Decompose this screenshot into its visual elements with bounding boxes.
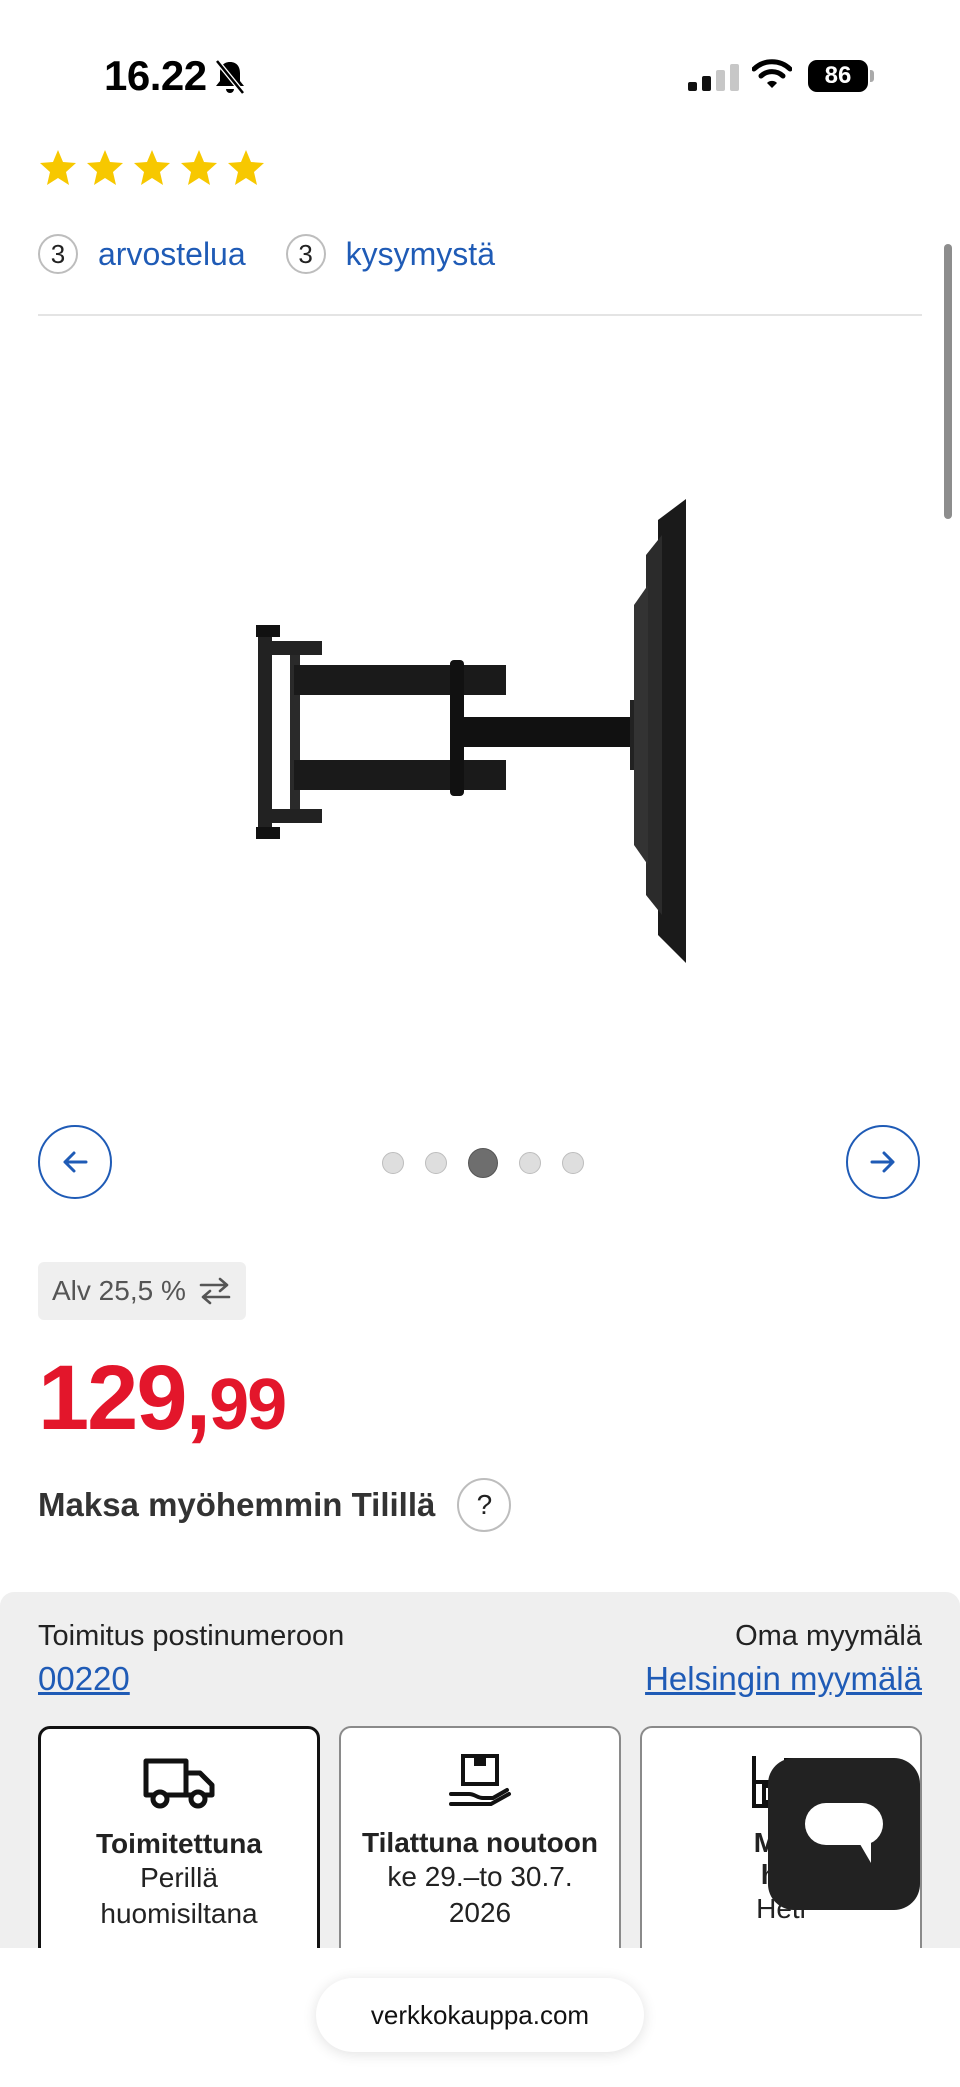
pay-later: Maksa myöhemmin Tilillä ? bbox=[38, 1478, 512, 1532]
star-icon bbox=[134, 150, 170, 185]
option-line-2: huomisiltana bbox=[100, 1898, 258, 1929]
reviews-link[interactable]: arvostelua bbox=[98, 236, 246, 273]
delivery-option-pickup[interactable]: Tilattuna noutoon ke 29.–to 30.7. 2026 bbox=[339, 1726, 621, 1986]
pay-later-label: Maksa myöhemmin Tilillä bbox=[38, 1486, 436, 1523]
arrow-right-icon bbox=[870, 1151, 895, 1173]
star-rating bbox=[38, 148, 266, 188]
delivery-option-home[interactable]: Toimitettuna Perillä huomisiltana bbox=[38, 1726, 320, 1986]
option-line-2: 2026 bbox=[448, 1897, 512, 1928]
chat-button[interactable] bbox=[768, 1758, 920, 1910]
reviews-count: 3 bbox=[38, 234, 78, 274]
store-link[interactable]: Helsingin myymälä bbox=[645, 1660, 922, 1698]
pagination-dot[interactable] bbox=[562, 1152, 584, 1174]
option-title: Toimitettuna bbox=[96, 1828, 262, 1859]
battery-level: 86 bbox=[808, 60, 868, 92]
pagination-dot[interactable] bbox=[382, 1152, 404, 1174]
chat-bubble-icon bbox=[805, 1803, 883, 1863]
previous-image-button[interactable] bbox=[38, 1125, 112, 1199]
wifi-icon bbox=[751, 58, 793, 95]
questions-count: 3 bbox=[285, 234, 326, 274]
price-integer: 129, bbox=[38, 1347, 211, 1449]
price-decimals: 99 bbox=[209, 1365, 287, 1445]
store-label: Oma myymälä bbox=[735, 1620, 922, 1652]
vat-toggle[interactable]: Alv 25,5 % bbox=[38, 1262, 246, 1320]
arrow-left-icon bbox=[63, 1151, 88, 1173]
postal-code-link[interactable]: 00220 bbox=[38, 1660, 130, 1698]
next-image-button[interactable] bbox=[846, 1125, 920, 1199]
pagination-dot[interactable] bbox=[519, 1152, 541, 1174]
vat-label: Alv 25,5 % bbox=[52, 1275, 186, 1306]
swap-arrows-icon bbox=[199, 1277, 231, 1305]
pagination-dot[interactable] bbox=[468, 1148, 498, 1178]
price: 129,99 bbox=[38, 1346, 287, 1451]
star-icon bbox=[181, 150, 217, 185]
star-icon bbox=[228, 150, 264, 185]
scrollbar[interactable] bbox=[944, 244, 952, 519]
questions-link[interactable]: kysymystä bbox=[346, 236, 495, 273]
postal-label: Toimitus postinumeroon bbox=[38, 1620, 345, 1652]
address-bar[interactable]: verkkokauppa.com bbox=[316, 1978, 644, 2052]
package-hand-icon bbox=[449, 1754, 511, 1806]
rating-links: 3 arvostelua 3 kysymystä bbox=[38, 234, 535, 274]
star-icon bbox=[87, 150, 123, 185]
divider bbox=[38, 314, 922, 316]
help-button[interactable]: ? bbox=[457, 1478, 512, 1532]
star-icon bbox=[40, 150, 76, 185]
product-image[interactable] bbox=[250, 495, 690, 970]
signal-icon bbox=[688, 64, 739, 91]
pagination-dot[interactable] bbox=[425, 1152, 447, 1174]
truck-icon bbox=[143, 1758, 215, 1809]
battery-icon: 86 bbox=[808, 60, 874, 92]
image-pagination bbox=[382, 1148, 584, 1178]
option-line-1: ke 29.–to 30.7. bbox=[387, 1861, 573, 1892]
status-time: 16.22 bbox=[104, 52, 207, 99]
bell-slash-icon bbox=[212, 58, 248, 101]
option-title: Tilattuna noutoon bbox=[362, 1827, 598, 1858]
option-line-1: Perillä bbox=[140, 1862, 218, 1893]
